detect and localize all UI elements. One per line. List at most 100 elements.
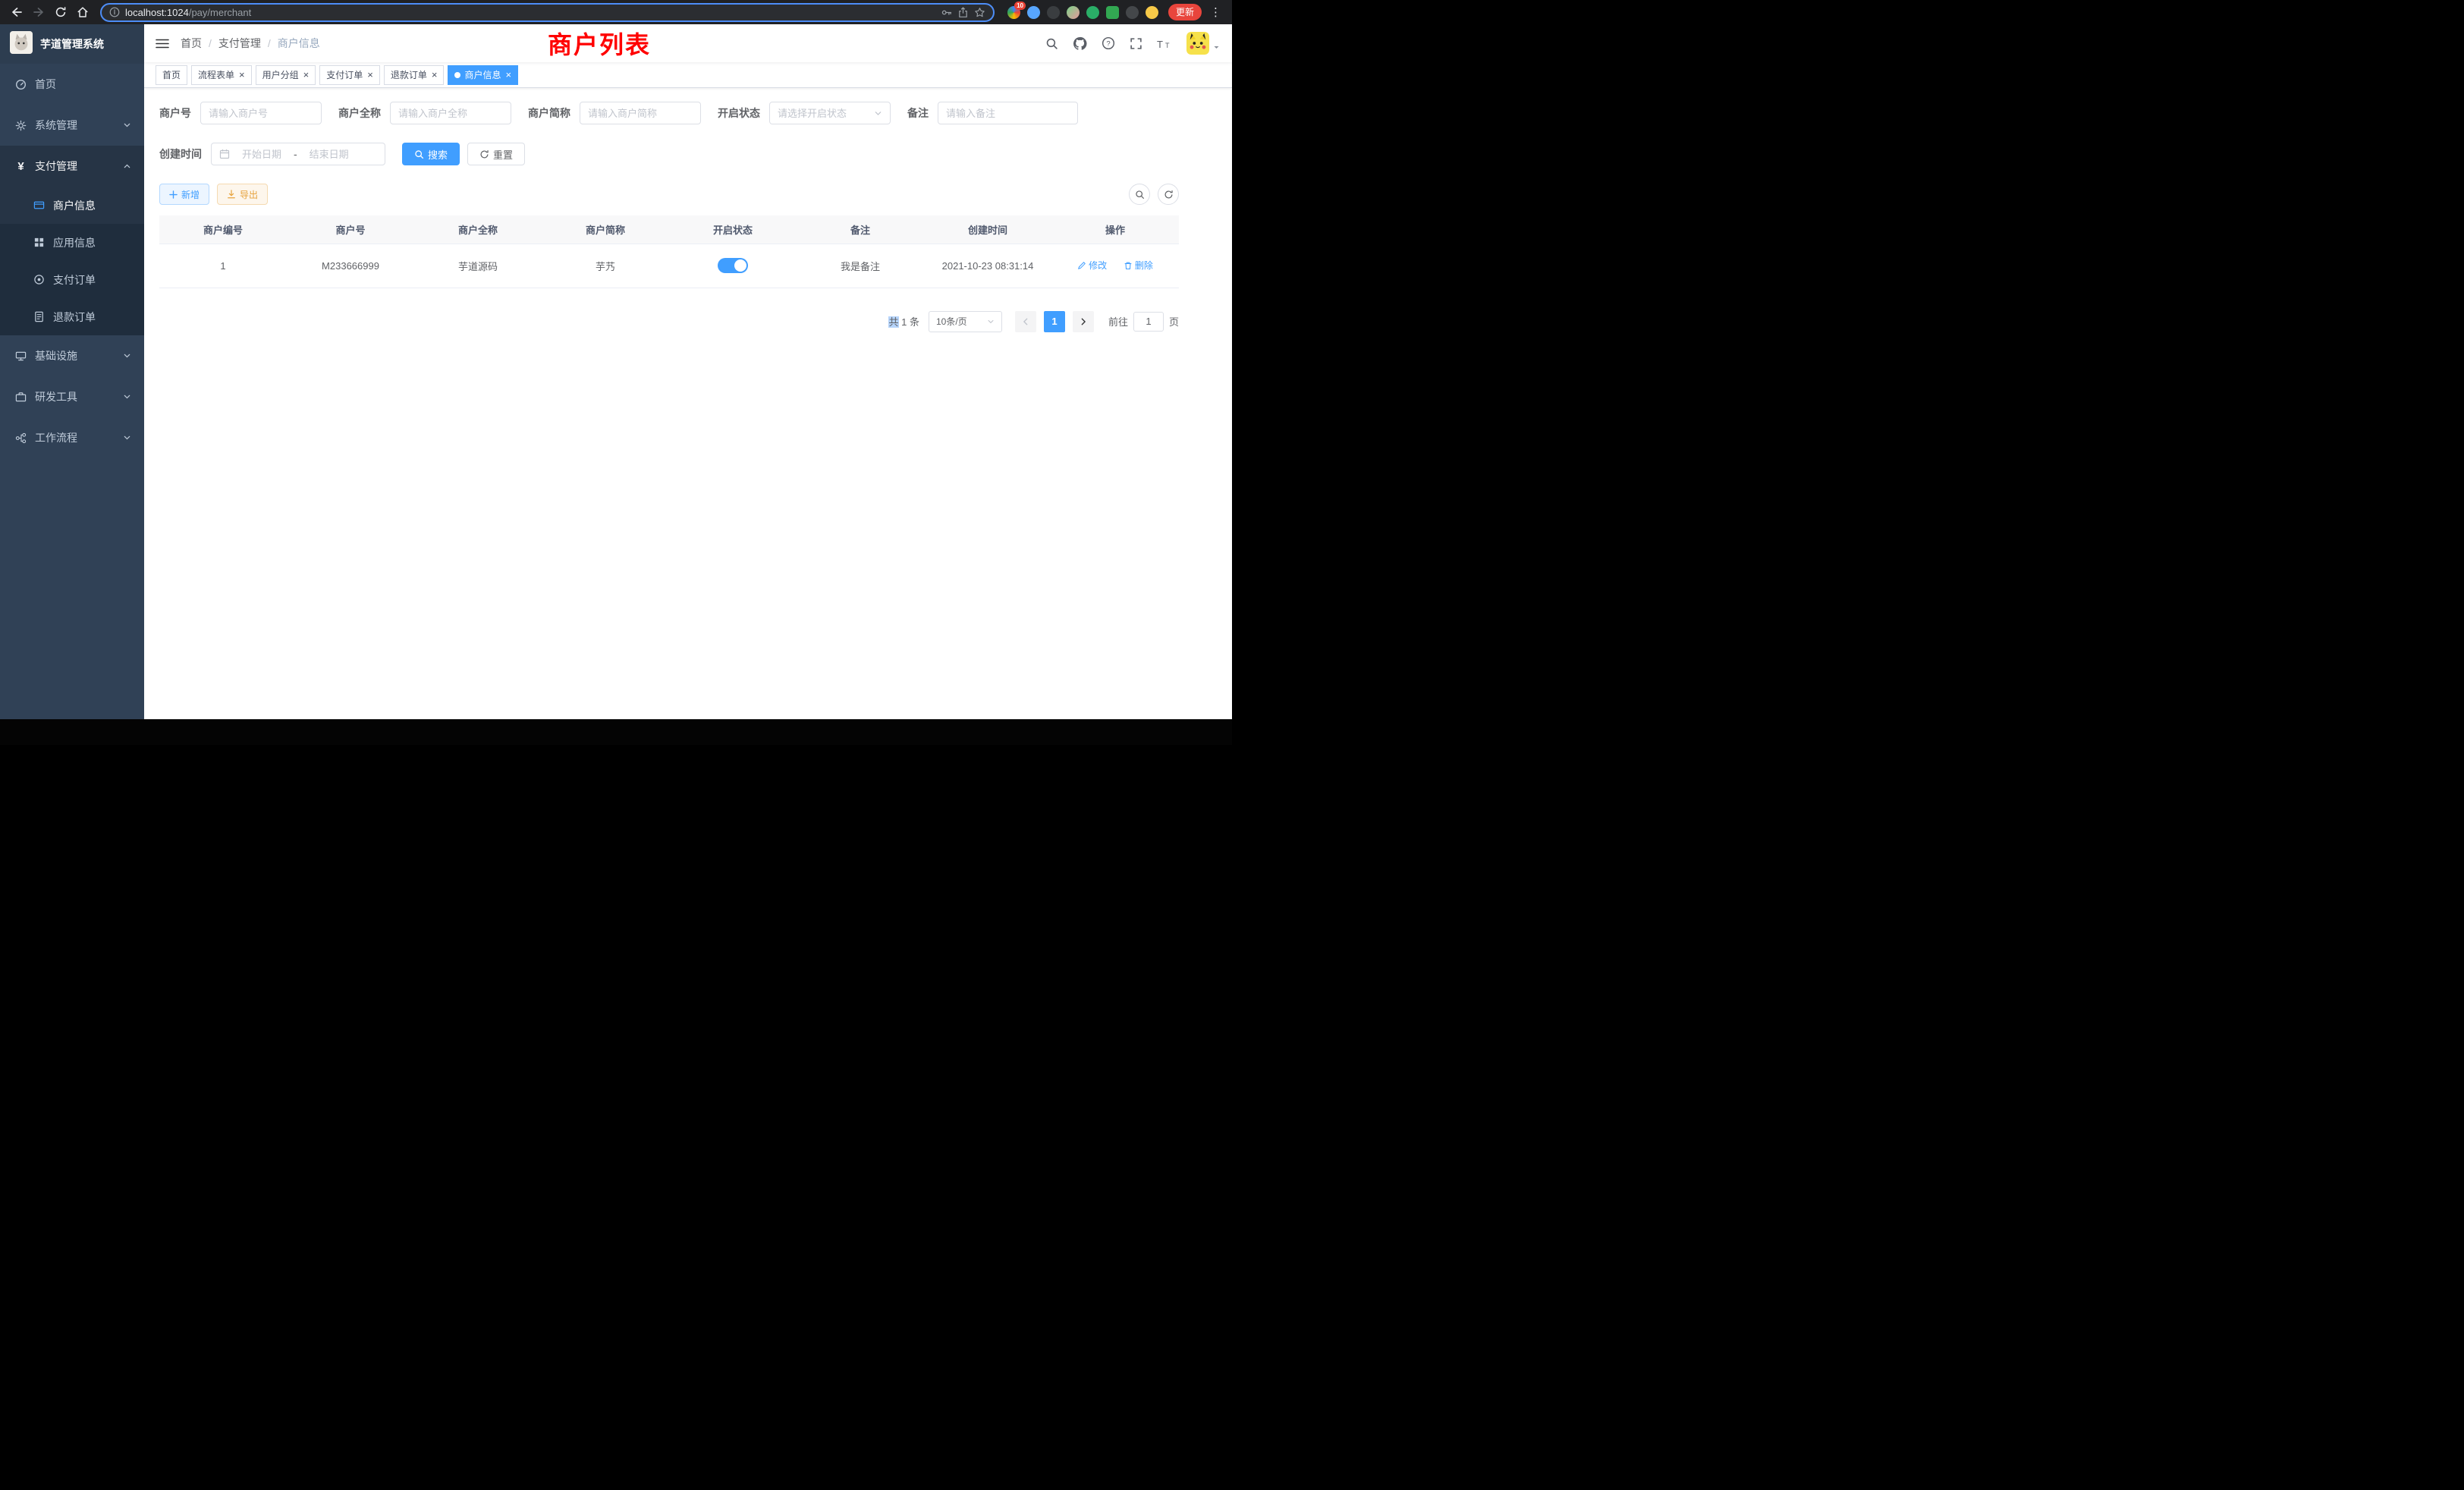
help-icon[interactable]: ? xyxy=(1102,36,1115,50)
share-icon[interactable] xyxy=(957,7,969,18)
extension-icon[interactable] xyxy=(1086,6,1099,19)
active-dot xyxy=(454,72,460,78)
chevron-down-icon xyxy=(987,318,995,325)
status-select[interactable] xyxy=(769,102,891,124)
app-logo[interactable]: 芋道管理系统 xyxy=(0,24,144,64)
navbar-actions: ? TT xyxy=(1045,32,1232,55)
page-number-1[interactable]: 1 xyxy=(1044,311,1065,332)
sidebar-item-payment[interactable]: ¥ 支付管理 xyxy=(0,146,144,187)
extension-icon[interactable] xyxy=(1126,6,1139,19)
tab-label: 流程表单 xyxy=(198,68,234,81)
reset-button[interactable]: 重置 xyxy=(467,143,525,165)
date-range-picker[interactable]: - xyxy=(211,143,385,165)
tab-label: 用户分组 xyxy=(262,68,299,81)
extension-icon[interactable] xyxy=(1027,6,1040,19)
tab-pay-order[interactable]: 支付订单× xyxy=(319,65,380,85)
col-create-time: 创建时间 xyxy=(924,215,1051,244)
tab-home[interactable]: 首页 xyxy=(156,65,187,85)
edit-link-label: 修改 xyxy=(1089,259,1107,272)
date-start-input[interactable] xyxy=(234,149,289,160)
tab-process-form[interactable]: 流程表单 × xyxy=(191,65,252,85)
short-name-input[interactable] xyxy=(588,108,693,119)
merchant-no-label: 商户号 xyxy=(159,105,191,121)
browser-update-button[interactable]: 更新 xyxy=(1168,4,1202,20)
extension-icon[interactable]: 10 xyxy=(1007,6,1020,19)
hamburger-icon[interactable] xyxy=(144,38,181,49)
sidebar-item-pay-order[interactable]: 支付订单 xyxy=(0,261,144,298)
close-icon[interactable]: × xyxy=(239,70,245,80)
breadcrumb-home[interactable]: 首页 xyxy=(181,36,202,51)
sidebar-item-merchant-info[interactable]: 商户信息 xyxy=(0,187,144,224)
status-label: 开启状态 xyxy=(718,105,760,121)
close-icon[interactable]: × xyxy=(505,70,511,80)
browser-forward-icon[interactable] xyxy=(31,5,46,20)
tab-refund-order[interactable]: 退款订单× xyxy=(384,65,445,85)
menu-label: 应用信息 xyxy=(53,235,96,250)
sidebar-item-refund-order[interactable]: 退款订单 xyxy=(0,298,144,335)
sidebar-item-app-info[interactable]: 应用信息 xyxy=(0,224,144,261)
search-icon[interactable] xyxy=(1045,37,1058,50)
col-status: 开启状态 xyxy=(669,215,797,244)
user-avatar[interactable] xyxy=(1186,32,1220,55)
address-bar[interactable]: localhost:1024/pay/merchant xyxy=(100,3,995,22)
prev-page-icon[interactable] xyxy=(1015,311,1036,332)
refresh-icon[interactable] xyxy=(1158,184,1179,205)
chevron-down-icon xyxy=(123,121,131,130)
sidebar-item-system[interactable]: 系统管理 xyxy=(0,105,144,146)
yen-icon: ¥ xyxy=(15,161,27,172)
url-text: localhost:1024/pay/merchant xyxy=(125,7,251,18)
merchant-card-icon xyxy=(33,200,45,211)
close-icon[interactable]: × xyxy=(432,70,438,80)
edit-link[interactable]: 修改 xyxy=(1077,259,1107,272)
tab-user-group[interactable]: 用户分组 × xyxy=(256,65,316,85)
date-end-input[interactable] xyxy=(302,149,357,160)
browser-extensions: 10 xyxy=(1007,6,1158,19)
delete-link[interactable]: 删除 xyxy=(1124,259,1153,272)
merchant-no-input[interactable] xyxy=(209,108,313,119)
remark-label: 备注 xyxy=(907,105,929,121)
browser-menu-icon[interactable]: ⋮ xyxy=(1208,5,1223,19)
extension-icon[interactable] xyxy=(1047,6,1060,19)
font-size-icon[interactable]: TT xyxy=(1157,38,1172,49)
export-button[interactable]: 导出 xyxy=(217,184,268,205)
close-icon[interactable]: × xyxy=(367,70,373,80)
tab-label: 首页 xyxy=(162,68,181,81)
delete-link-label: 删除 xyxy=(1135,259,1153,272)
add-button[interactable]: 新增 xyxy=(159,184,209,205)
workflow-icon xyxy=(15,432,27,444)
sidebar-item-devtools[interactable]: 研发工具 xyxy=(0,376,144,417)
cell-create-time: 2021-10-23 08:31:14 xyxy=(924,244,1051,288)
browser-back-icon[interactable] xyxy=(9,5,24,20)
breadcrumb-payment[interactable]: 支付管理 xyxy=(218,36,261,51)
remark-input[interactable] xyxy=(946,108,1070,119)
app-title: 芋道管理系统 xyxy=(40,36,104,52)
col-short-name: 商户简称 xyxy=(542,215,669,244)
bookmark-star-icon[interactable] xyxy=(974,7,985,18)
tab-merchant-info[interactable]: 商户信息× xyxy=(448,65,518,85)
status-select-input[interactable] xyxy=(778,108,869,119)
sidebar-item-home[interactable]: 首页 xyxy=(0,64,144,105)
next-page-icon[interactable] xyxy=(1073,311,1094,332)
sidebar-item-infrastructure[interactable]: 基础设施 xyxy=(0,335,144,376)
extension-icon[interactable] xyxy=(1067,6,1080,19)
github-icon[interactable] xyxy=(1073,36,1087,51)
close-icon[interactable]: × xyxy=(303,70,310,80)
breadcrumb-current: 商户信息 xyxy=(278,36,320,51)
sidebar-item-workflow[interactable]: 工作流程 xyxy=(0,417,144,458)
site-info-icon[interactable] xyxy=(109,7,120,17)
show-search-toggle-icon[interactable] xyxy=(1129,184,1150,205)
status-toggle[interactable] xyxy=(718,258,748,273)
extension-icon[interactable] xyxy=(1146,6,1158,19)
fullscreen-icon[interactable] xyxy=(1130,37,1142,50)
sidebar-menu: 首页 系统管理 ¥ 支付管理 xyxy=(0,64,144,458)
jump-page-input[interactable] xyxy=(1133,312,1164,332)
menu-label: 基础设施 xyxy=(35,348,77,363)
browser-reload-icon[interactable] xyxy=(53,5,68,20)
browser-home-icon[interactable] xyxy=(75,5,90,20)
full-name-input[interactable] xyxy=(398,108,503,119)
search-button[interactable]: 搜索 xyxy=(402,143,460,165)
pagination: 共 1 条 10条/页 1 前往 页 xyxy=(159,311,1179,332)
password-key-icon[interactable] xyxy=(941,7,952,18)
page-size-select[interactable]: 10条/页 xyxy=(929,311,1002,332)
extension-icon[interactable] xyxy=(1106,6,1119,19)
